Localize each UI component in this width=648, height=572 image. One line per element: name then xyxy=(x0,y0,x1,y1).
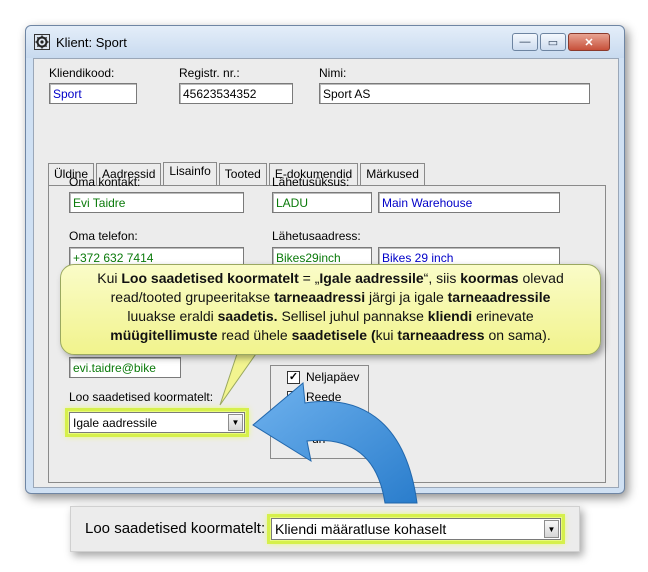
minimize-button[interactable]: — xyxy=(512,33,538,51)
callout-text: read/tooted grupeeritakse xyxy=(110,289,275,305)
maximize-button[interactable]: ▭ xyxy=(540,33,566,51)
client-code-label: Kliendikood: xyxy=(49,66,115,80)
name-field[interactable]: Sport AS xyxy=(319,83,590,104)
tab-markused[interactable]: Märkused xyxy=(360,163,425,185)
own-phone-label: Oma telefon: xyxy=(69,229,138,243)
dispatch-unit-name-field[interactable]: Main Warehouse xyxy=(378,192,560,213)
name-label: Nimi: xyxy=(319,66,347,80)
callout-text: olevad xyxy=(518,270,564,286)
create-shipments-value: Igale aadressile xyxy=(73,416,158,430)
bottom-create-shipments-value: Kliendi määratluse kohaselt xyxy=(275,521,447,537)
callout-bold: saadetis. xyxy=(217,308,278,324)
own-contact-label: Oma kontakt: xyxy=(69,175,141,189)
title-bar[interactable]: Klient: Sport — ▭ ✕ xyxy=(26,26,624,58)
create-shipments-select[interactable]: Igale aadressile ▼ xyxy=(65,408,249,437)
own-contact-field[interactable]: Evi Taidre xyxy=(69,192,244,213)
callout-bold: tarneaadressile xyxy=(447,289,551,305)
callout-text: luuakse eraldi xyxy=(127,308,218,324)
dispatch-unit-code-field[interactable]: LADU xyxy=(272,192,372,213)
callout-text: erinevate xyxy=(472,308,534,324)
app-gear-icon xyxy=(34,34,50,50)
callout-text: Sellisel juhul pannakse xyxy=(277,308,428,324)
email-field[interactable]: evi.taidre@bike xyxy=(69,357,181,378)
callout-bold: kliendi xyxy=(427,308,473,324)
bottom-setting-bar: Loo saadetised koormatelt: Kliendi määra… xyxy=(70,506,580,552)
client-code-field[interactable]: Sport xyxy=(49,83,137,104)
callout-bold: müügitellimuste xyxy=(110,327,218,343)
callout-bold: saadetisele ( xyxy=(291,327,376,343)
reg-no-field[interactable]: 45623534352 xyxy=(179,83,293,104)
callout-bold: tarneaadress xyxy=(397,327,485,343)
dispatch-address-label: Lähetusaadress: xyxy=(272,229,361,243)
chevron-down-icon[interactable]: ▼ xyxy=(544,520,559,538)
info-callout: Kui Loo saadetised koormatelt = „Igale a… xyxy=(60,264,601,355)
callout-bold: Igale aadressile xyxy=(319,270,424,286)
callout-text: Kui xyxy=(97,270,122,286)
callout-text: read ühele xyxy=(217,327,292,343)
reg-no-label: Registr. nr.: xyxy=(179,66,240,80)
callout-text: on sama). xyxy=(484,327,551,343)
callout-text: kui xyxy=(375,327,398,343)
callout-bold: koormas xyxy=(460,270,519,286)
callout-bold: tarneaadressi xyxy=(274,289,366,305)
callout-text: = „ xyxy=(298,270,320,286)
tab-lisainfo[interactable]: Lisainfo xyxy=(163,162,217,186)
callout-text: “, siis xyxy=(423,270,461,286)
bottom-create-shipments-label: Loo saadetised koormatelt: xyxy=(85,520,266,537)
pointer-arrow-icon xyxy=(252,382,418,504)
create-shipments-label: Loo saadetised koormatelt: xyxy=(69,390,214,404)
dispatch-unit-label: Lähetusüksus: xyxy=(272,175,350,189)
window-title: Klient: Sport xyxy=(56,35,127,50)
callout-bold: Loo saadetised koormatelt xyxy=(121,270,299,286)
callout-text: järgi ja igale xyxy=(365,289,448,305)
tab-tooted[interactable]: Tooted xyxy=(218,163,267,185)
close-button[interactable]: ✕ xyxy=(568,33,610,51)
chevron-down-icon[interactable]: ▼ xyxy=(228,414,243,431)
bottom-create-shipments-select[interactable]: Kliendi määratluse kohaselt ▼ xyxy=(267,514,565,544)
